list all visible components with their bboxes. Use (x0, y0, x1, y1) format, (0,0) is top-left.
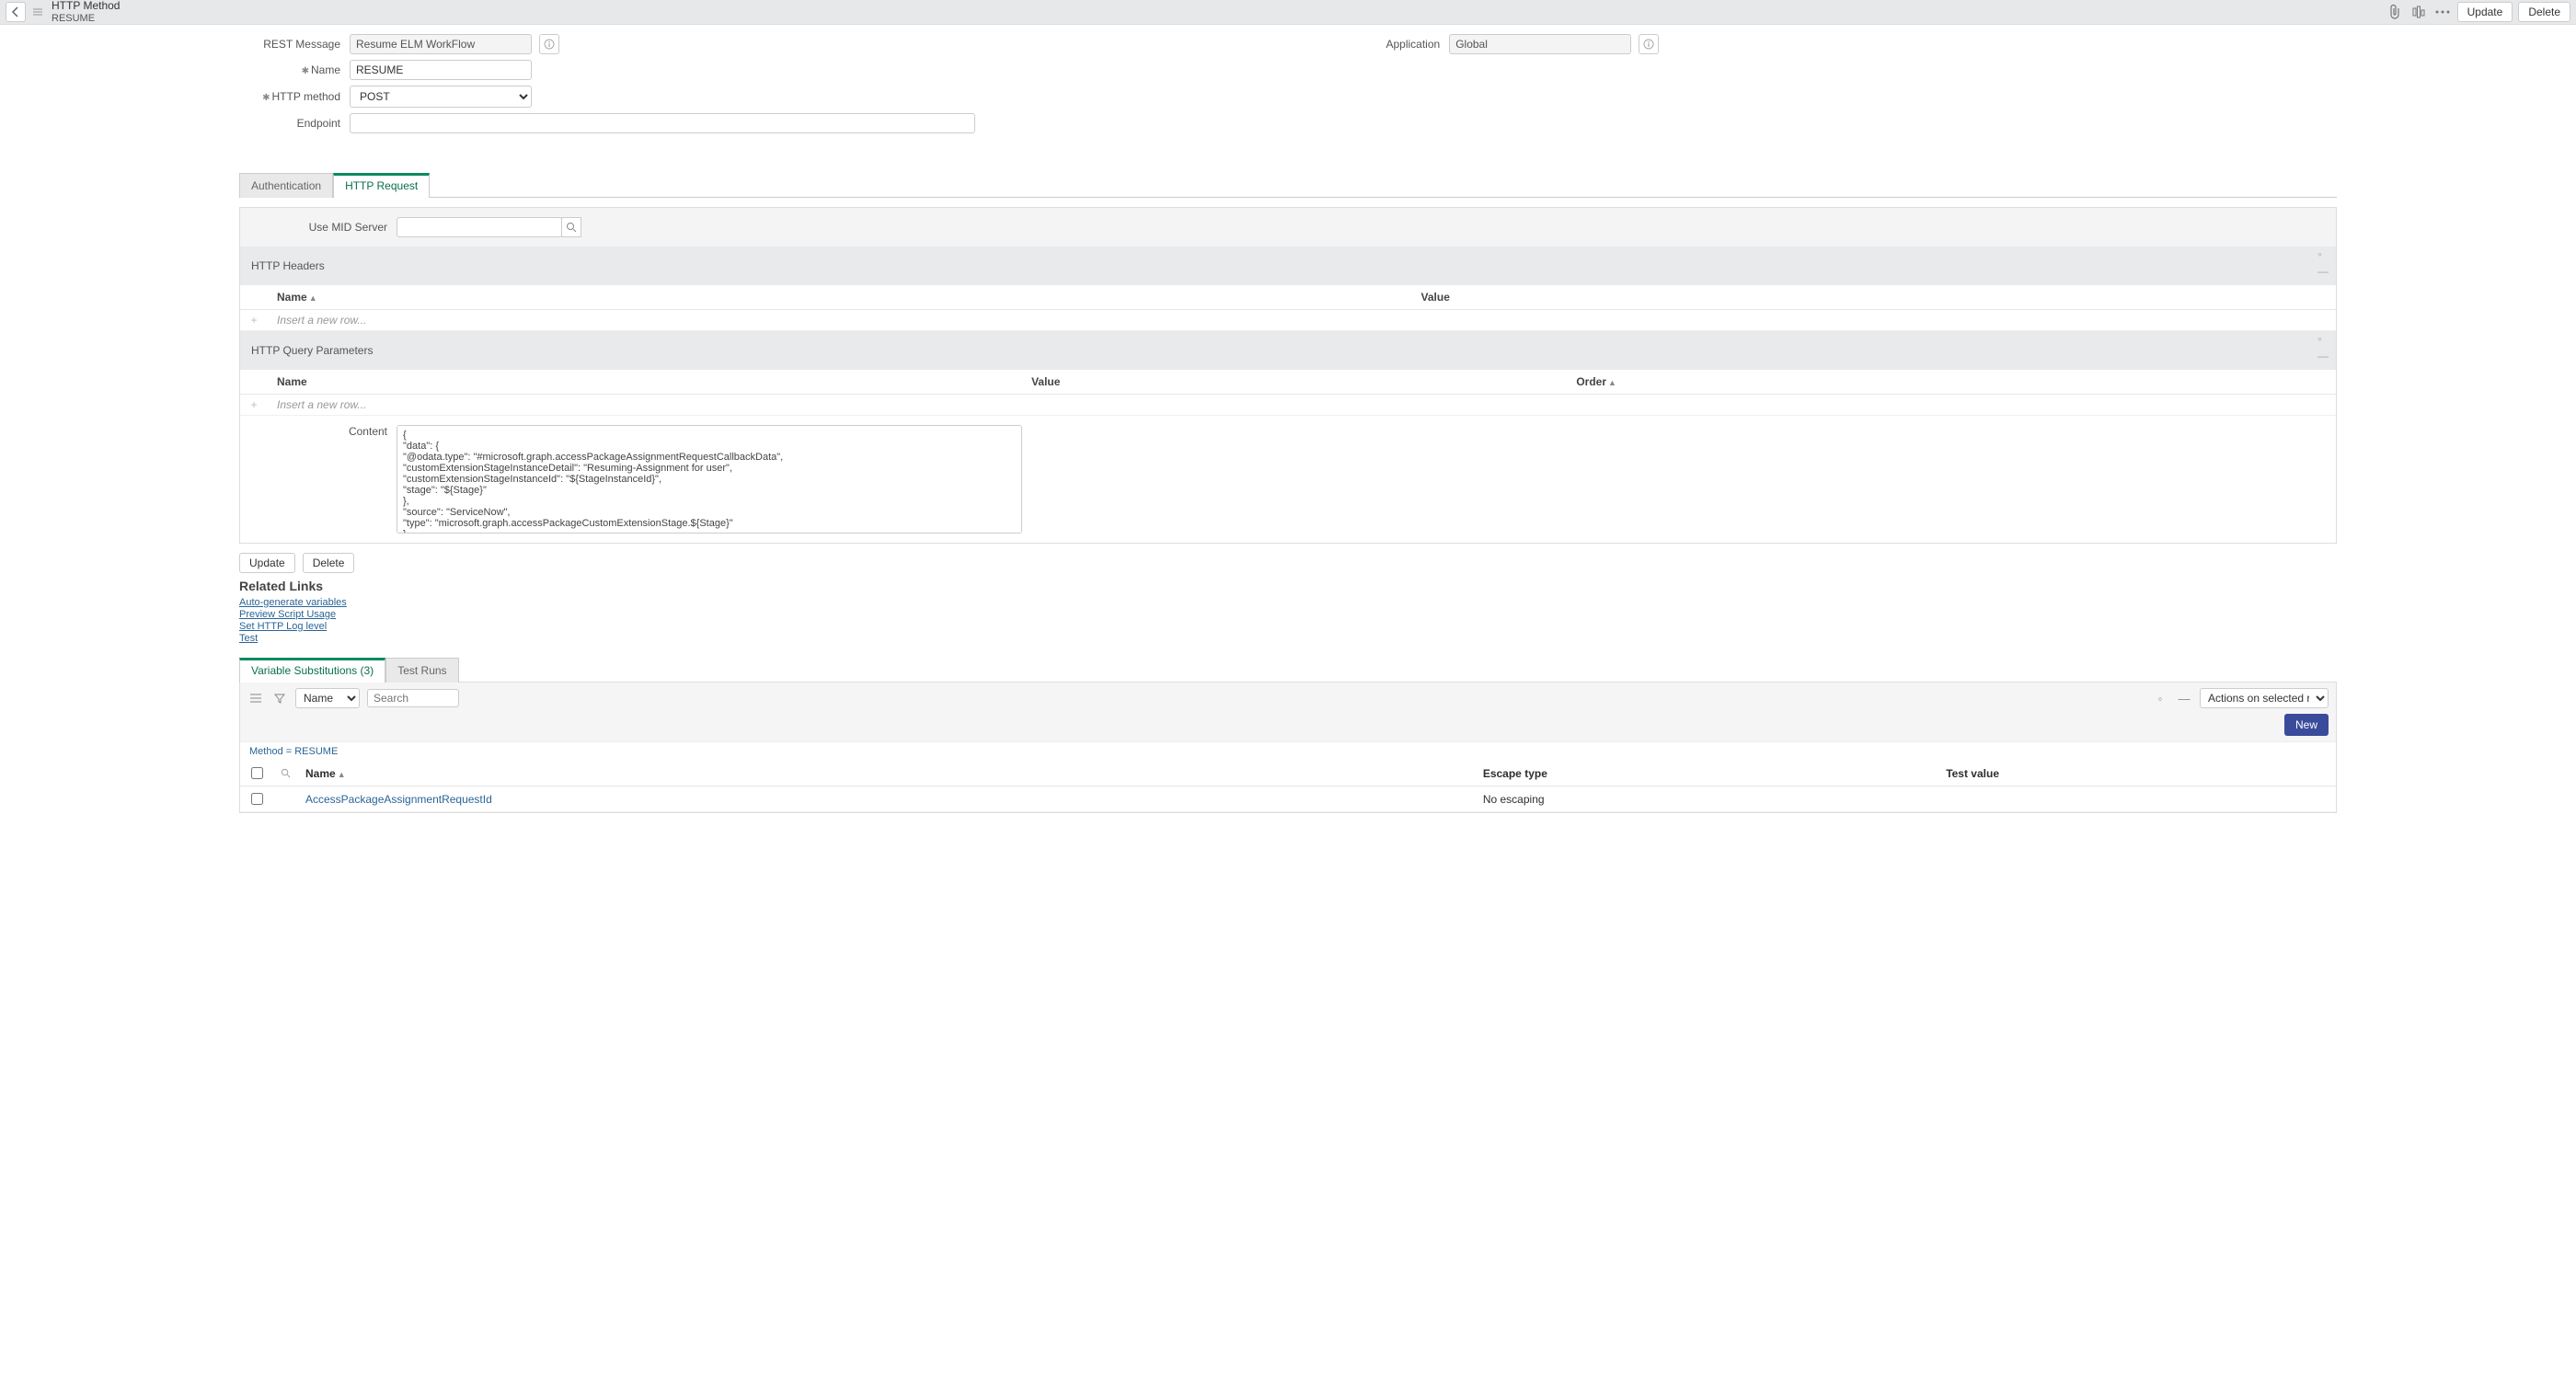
rel-col-test: Test value (1938, 761, 2336, 786)
tab-http-request[interactable]: HTTP Request (333, 173, 430, 198)
http-method-label: HTTP method (272, 90, 340, 103)
name-field[interactable] (350, 60, 532, 80)
activity-icon[interactable] (2409, 3, 2428, 21)
sort-asc-icon: ▲ (338, 770, 346, 779)
http-method-select[interactable]: POST (350, 86, 532, 108)
http-query-params-title: HTTP Query Parameters (251, 344, 373, 357)
rest-message-field[interactable] (350, 34, 532, 54)
rel-col-name: Name (305, 767, 336, 780)
row-search-icon[interactable] (281, 768, 291, 778)
more-actions-icon[interactable] (2433, 3, 2452, 21)
list-menu-icon[interactable] (247, 690, 264, 706)
headers-new-row[interactable]: + Insert a new row... (240, 310, 2336, 331)
select-all-checkbox[interactable] (251, 767, 263, 779)
rest-message-label: REST Message (18, 38, 350, 51)
sort-asc-icon: ▲ (1608, 378, 1616, 387)
tab-variable-substitutions[interactable]: Variable Substitutions (3) (239, 658, 385, 683)
link-set-http-log-level[interactable]: Set HTTP Log level (239, 621, 2337, 632)
content-label: Content (249, 425, 397, 534)
page-title: HTTP Method RESUME (52, 0, 120, 23)
variable-substitutions-table: Name▲ Escape type Test value AccessPacka… (240, 761, 2336, 812)
http-headers-title: HTTP Headers (251, 259, 325, 272)
record-type: HTTP Method (52, 0, 120, 12)
table-row[interactable]: AccessPackageAssignmentRequestId No esca… (240, 786, 2336, 812)
headers-col-value: Value (1412, 285, 2336, 310)
add-row-icon[interactable]: + (250, 314, 257, 327)
header-bar: HTTP Method RESUME Update Delete (0, 0, 2576, 25)
link-auto-generate-variables[interactable]: Auto-generate variables (239, 597, 2337, 608)
headers-col-name: Name (277, 291, 307, 304)
row-escape-value: No escaping (1476, 786, 1938, 812)
back-button[interactable] (6, 2, 26, 22)
sort-asc-icon: ▲ (309, 293, 317, 303)
row-test-value (1938, 786, 2336, 812)
update-button[interactable]: Update (2457, 2, 2513, 22)
rel-col-escape: Escape type (1476, 761, 1938, 786)
http-request-panel: Use MID Server HTTP Headers ◦ — Name▲ Va… (239, 207, 2337, 544)
section-collapse-icon[interactable]: — (2317, 350, 2329, 362)
rest-message-info-icon[interactable] (539, 34, 559, 54)
mid-server-label: Use MID Server (249, 221, 397, 234)
params-col-value: Value (1022, 370, 1567, 395)
http-headers-table: Name▲ Value + Insert a new row... (240, 285, 2336, 331)
chevron-left-icon (11, 6, 20, 17)
drag-handle-icon[interactable] (31, 6, 44, 18)
related-links-title: Related Links (239, 579, 2337, 593)
mid-server-lookup-icon[interactable] (561, 217, 581, 237)
related-collapse-icon[interactable]: — (2176, 690, 2192, 706)
related-settings-icon[interactable]: ◦ (2152, 690, 2168, 706)
name-label: Name (311, 63, 340, 76)
delete-button-bottom[interactable]: Delete (303, 553, 355, 573)
update-button-bottom[interactable]: Update (239, 553, 295, 573)
attachment-icon[interactable] (2386, 3, 2404, 21)
actions-select[interactable]: Actions on selected rows... (2200, 688, 2329, 708)
section-settings-icon[interactable]: ◦ (2317, 331, 2329, 346)
mid-server-field[interactable] (397, 217, 562, 237)
params-placeholder: Insert a new row... (277, 398, 366, 411)
variable-substitutions-panel: Name ◦ — Actions on selected rows... New… (239, 682, 2337, 813)
add-row-icon[interactable]: + (250, 398, 257, 411)
delete-button[interactable]: Delete (2518, 2, 2570, 22)
http-query-params-section: HTTP Query Parameters ◦ — (240, 331, 2336, 370)
new-button[interactable]: New (2284, 714, 2329, 736)
application-label: Application (1375, 38, 1449, 51)
section-collapse-icon[interactable]: — (2317, 265, 2329, 278)
form-area: REST Message ✱Name ✱HTTP method (0, 25, 2576, 144)
endpoint-field[interactable] (350, 113, 975, 133)
row-checkbox[interactable] (251, 793, 263, 805)
tab-test-runs[interactable]: Test Runs (385, 658, 458, 683)
tab-strip: Authentication HTTP Request (239, 172, 2337, 198)
link-test[interactable]: Test (239, 633, 2337, 644)
params-col-name: Name (268, 370, 1022, 395)
related-tabs: Variable Substitutions (3) Test Runs (239, 657, 2337, 682)
filter-icon[interactable] (271, 690, 288, 706)
record-name: RESUME (52, 13, 120, 24)
params-col-order: Order (1576, 375, 1606, 388)
related-search-input[interactable] (367, 689, 459, 707)
link-preview-script-usage[interactable]: Preview Script Usage (239, 609, 2337, 620)
endpoint-label: Endpoint (18, 117, 350, 130)
related-breadcrumb[interactable]: Method = RESUME (240, 741, 2336, 761)
application-field[interactable] (1449, 34, 1631, 54)
content-textarea[interactable] (397, 425, 1022, 534)
http-query-params-table: Name Value Order▲ + Insert a new row... (240, 370, 2336, 416)
tab-authentication[interactable]: Authentication (239, 173, 333, 198)
related-links: Related Links Auto-generate variables Pr… (239, 579, 2337, 644)
related-list-toolbar: Name ◦ — Actions on selected rows... (240, 683, 2336, 714)
http-headers-section: HTTP Headers ◦ — (240, 247, 2336, 285)
search-by-select[interactable]: Name (295, 688, 360, 708)
params-new-row[interactable]: + Insert a new row... (240, 395, 2336, 416)
headers-placeholder: Insert a new row... (277, 314, 366, 327)
section-settings-icon[interactable]: ◦ (2317, 247, 2329, 261)
row-name-link[interactable]: AccessPackageAssignmentRequestId (298, 786, 1476, 812)
application-info-icon[interactable] (1639, 34, 1659, 54)
